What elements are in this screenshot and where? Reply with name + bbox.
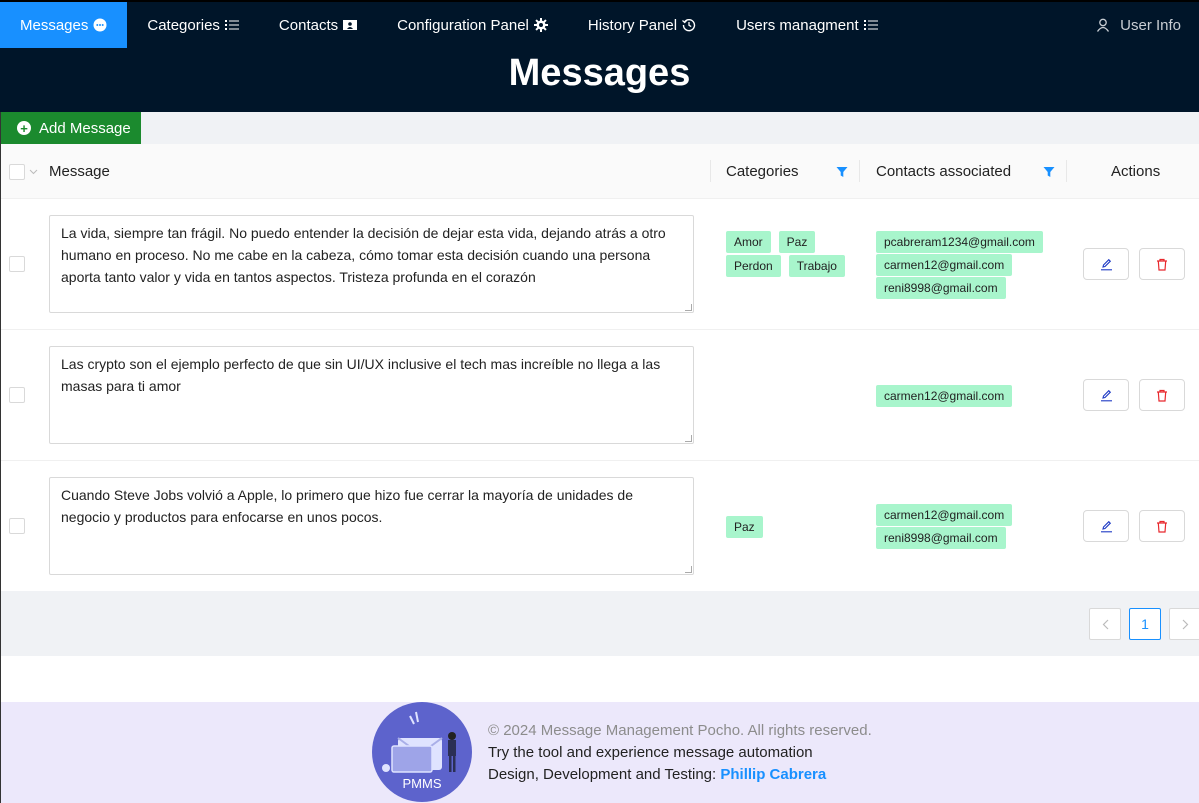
select-all-checkbox[interactable] [9, 163, 25, 180]
nav-label: Categories [147, 16, 220, 34]
table-row: Las crypto son el ejemplo perfecto de qu… [0, 330, 1199, 461]
category-tag: Paz [726, 516, 763, 538]
select-all [9, 144, 38, 199]
contact-tags: pcabreram1234@gmail.com carmen12@gmail.c… [876, 231, 1066, 299]
toolbar: + Add Message [0, 112, 1199, 144]
prev-page-button[interactable] [1089, 608, 1121, 640]
pmms-logo: PMMS [372, 702, 472, 802]
row-checkbox[interactable] [9, 256, 25, 272]
delete-button[interactable] [1139, 248, 1185, 280]
message-text: Las crypto son el ejemplo perfecto de qu… [61, 356, 661, 394]
chat-bubble-icon [93, 18, 107, 32]
header-message: Message [49, 163, 110, 180]
credits-prefix: Design, Development and Testing: [488, 766, 721, 783]
row-checkbox[interactable] [9, 387, 25, 403]
contact-tag: reni8998@gmail.com [876, 527, 1006, 549]
top-header: Messages Categories Contacts Configurati… [0, 0, 1199, 112]
column-divider [1066, 160, 1067, 182]
contact-tag: reni8998@gmail.com [876, 277, 1006, 299]
category-tag: Paz [778, 231, 816, 253]
resize-handle[interactable] [685, 566, 692, 573]
contact-tags: carmen12@gmail.com [876, 385, 1066, 407]
header-categories: Categories [726, 163, 799, 180]
nav-item-history[interactable]: History Panel [568, 2, 716, 48]
user-info-label: User Info [1120, 16, 1181, 34]
table-header: Message Categories Contacts associated A… [0, 144, 1199, 199]
header-actions: Actions [1111, 163, 1161, 180]
nav-item-categories[interactable]: Categories [127, 2, 259, 48]
nav-label: Messages [20, 16, 89, 34]
message-textarea[interactable]: Las crypto son el ejemplo perfecto de qu… [49, 346, 694, 444]
table-row: La vida, siempre tan frágil. No puedo en… [0, 199, 1199, 330]
category-tag: Trabajo [788, 255, 845, 277]
window-border [0, 112, 1, 803]
main-nav: Messages Categories Contacts Configurati… [0, 2, 898, 48]
edit-button[interactable] [1083, 510, 1129, 542]
message-text: La vida, siempre tan frágil. No puedo en… [61, 225, 666, 285]
nav-item-configuration[interactable]: Configuration Panel [377, 2, 568, 48]
nav-item-contacts[interactable]: Contacts [259, 2, 377, 48]
resize-handle[interactable] [685, 304, 692, 311]
header-contacts: Contacts associated [876, 163, 1012, 180]
nav-label: History Panel [587, 16, 678, 34]
copyright-text: © 2024 Message Management Pocho. All rig… [488, 722, 872, 739]
message-textarea[interactable]: La vida, siempre tan frágil. No puedo en… [49, 215, 694, 313]
delete-button[interactable] [1139, 510, 1185, 542]
add-message-label: Add Message [39, 119, 131, 137]
gear-icon [533, 18, 548, 32]
resize-handle[interactable] [685, 435, 692, 442]
contact-tag: carmen12@gmail.com [876, 504, 1013, 526]
user-icon [1096, 18, 1110, 32]
plus-circle-icon: + [17, 121, 31, 135]
logo-text: PMMS [402, 776, 442, 791]
edit-pencil-icon [1100, 520, 1113, 533]
category-tag: Perdon [726, 255, 781, 277]
edit-pencil-icon [1100, 258, 1113, 271]
filter-icon[interactable] [836, 165, 848, 181]
chevron-right-icon [1182, 619, 1189, 630]
trash-icon [1156, 520, 1168, 533]
column-divider [859, 160, 860, 182]
trash-icon [1156, 258, 1168, 271]
table-row: Cuando Steve Jobs volvió a Apple, lo pri… [0, 461, 1199, 592]
contact-tag: pcabreram1234@gmail.com [876, 231, 1043, 253]
footer-credits: Design, Development and Testing: Phillip… [488, 766, 826, 783]
list-icon [224, 19, 239, 31]
chevron-left-icon [1102, 619, 1109, 630]
author-link[interactable]: Phillip Cabrera [720, 766, 826, 783]
add-message-button[interactable]: + Add Message [1, 112, 141, 144]
nav-label: Configuration Panel [397, 16, 529, 34]
category-tags: Paz [726, 516, 846, 539]
edit-pencil-icon [1100, 389, 1113, 402]
next-page-button[interactable] [1169, 608, 1199, 640]
pagination-bar: 1 [0, 591, 1199, 656]
nav-item-messages[interactable]: Messages [0, 2, 128, 48]
nav-label: Contacts [278, 16, 339, 34]
user-info-menu[interactable]: User Info [1096, 2, 1181, 48]
row-checkbox[interactable] [9, 518, 25, 534]
contact-card-icon [343, 19, 358, 31]
delete-button[interactable] [1139, 379, 1185, 411]
page-number-button[interactable]: 1 [1129, 608, 1161, 640]
footer: PMMS © 2024 Message Management Pocho. Al… [0, 702, 1199, 803]
contact-tags: carmen12@gmail.com reni8998@gmail.com [876, 504, 1066, 549]
category-tags: Amor Paz Perdon Trabajo [726, 231, 846, 278]
page-title: Messages [508, 52, 691, 94]
footer-tagline: Try the tool and experience message auto… [488, 744, 813, 761]
column-divider [710, 160, 711, 182]
contact-tag: carmen12@gmail.com [876, 254, 1013, 276]
edit-button[interactable] [1083, 248, 1129, 280]
category-tag: Amor [726, 231, 771, 253]
message-text: Cuando Steve Jobs volvió a Apple, lo pri… [61, 487, 634, 525]
list-icon [863, 19, 878, 31]
filter-icon[interactable] [1043, 165, 1055, 181]
chevron-down-icon[interactable] [29, 169, 38, 175]
edit-button[interactable] [1083, 379, 1129, 411]
nav-item-users[interactable]: Users managment [716, 2, 898, 48]
message-textarea[interactable]: Cuando Steve Jobs volvió a Apple, lo pri… [49, 477, 694, 575]
trash-icon [1156, 389, 1168, 402]
nav-label: Users managment [736, 16, 859, 34]
history-clock-icon [682, 18, 696, 32]
contact-tag: carmen12@gmail.com [876, 385, 1013, 407]
